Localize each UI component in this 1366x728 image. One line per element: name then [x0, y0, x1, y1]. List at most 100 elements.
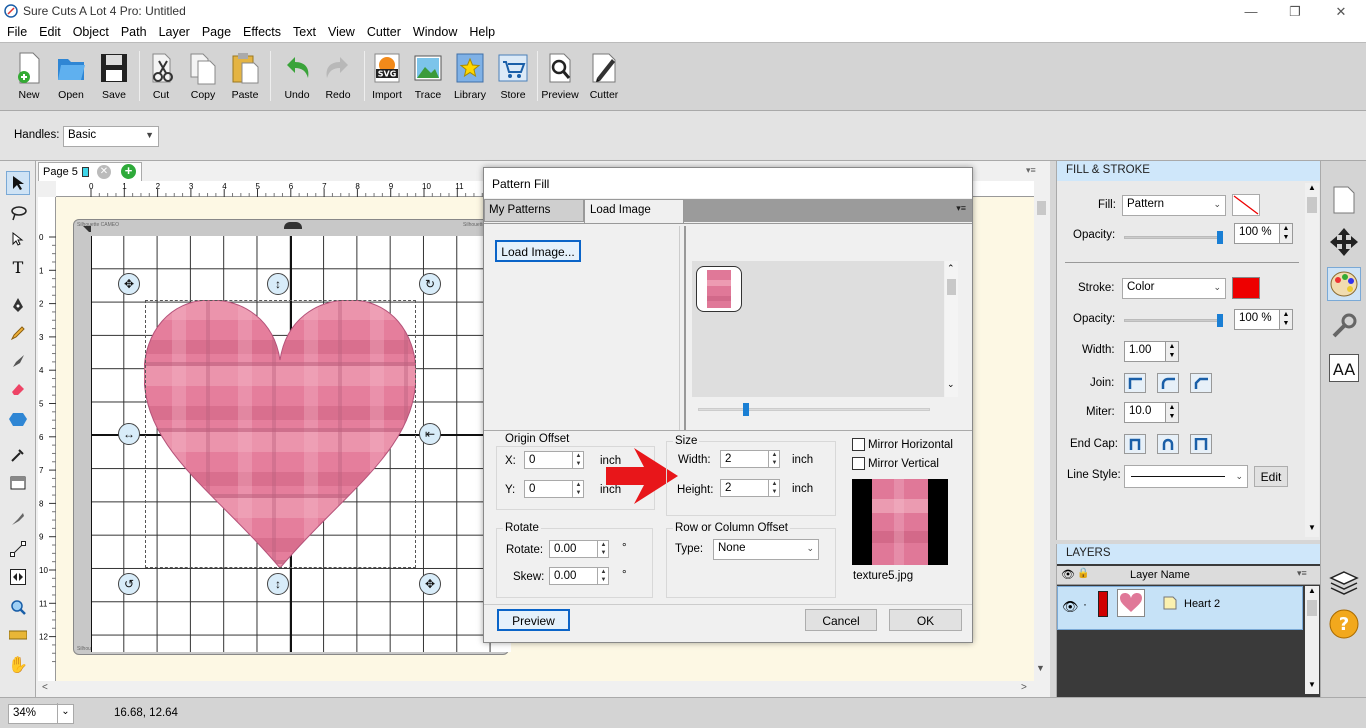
copy-button[interactable]: Copy: [182, 49, 224, 105]
stroke-select[interactable]: Color ⌄: [1122, 278, 1226, 299]
stroke-color-swatch[interactable]: [1232, 277, 1260, 299]
fill-select[interactable]: Pattern ⌄: [1122, 195, 1226, 216]
text-panel-icon[interactable]: AA: [1327, 351, 1361, 385]
zoom-tool[interactable]: [6, 595, 30, 619]
thumbnail-size-thumb[interactable]: [743, 403, 749, 416]
fill-opacity-spinner[interactable]: ▲ ▼: [1279, 223, 1293, 244]
trace-button[interactable]: Trace: [407, 49, 449, 105]
preview-button[interactable]: Preview: [497, 609, 570, 631]
miter-spinner[interactable]: ▲ ▼: [1165, 402, 1179, 423]
scroll-down-icon[interactable]: ▼: [1308, 523, 1316, 532]
menu-object[interactable]: Object: [66, 23, 114, 42]
thumbnails-scrollbar[interactable]: ⌃ ⌄: [945, 261, 958, 397]
stroke-width-input[interactable]: 1.00: [1124, 341, 1166, 362]
stroke-width-spinner[interactable]: ▲ ▼: [1165, 341, 1179, 362]
menu-path[interactable]: Path: [114, 23, 152, 42]
skew-spinner[interactable]: ▲ ▼: [597, 568, 609, 584]
stroke-opacity-thumb[interactable]: [1217, 314, 1223, 327]
scroll-left-icon[interactable]: <: [42, 682, 48, 693]
thumbnails-scroll-thumb[interactable]: [947, 279, 956, 295]
mirror-horizontal-checkbox[interactable]: [852, 438, 865, 451]
thumbnail-size-slider[interactable]: [698, 403, 930, 416]
cutter-button[interactable]: Cutter: [583, 49, 625, 105]
scroll-up-icon[interactable]: ▲: [1308, 586, 1316, 595]
node-tool[interactable]: [6, 227, 30, 251]
pattern-thumbnail-selected[interactable]: [696, 266, 742, 312]
scroll-down-icon[interactable]: ▼: [1308, 680, 1316, 689]
paste-button[interactable]: Paste: [224, 49, 266, 105]
save-button[interactable]: Save: [93, 49, 135, 105]
redo-button[interactable]: Redo: [317, 49, 359, 105]
menu-effects[interactable]: Effects: [236, 23, 286, 42]
eyedropper-tool[interactable]: [6, 443, 30, 467]
load-image-button[interactable]: Load Image...: [495, 240, 581, 262]
cap-round-icon[interactable]: [1157, 434, 1179, 454]
offset-type-select[interactable]: None ⌄: [713, 539, 819, 560]
scroll-up-icon[interactable]: ⌃: [947, 263, 955, 274]
close-button[interactable]: ✕: [1318, 0, 1364, 23]
page-tab[interactable]: Page 5 ✕ +: [38, 162, 142, 181]
ruler-tool[interactable]: [6, 623, 30, 647]
scale-handle-icon[interactable]: ✥: [419, 573, 441, 595]
vertical-scroll-thumb[interactable]: [1037, 201, 1046, 215]
line-style-edit-button[interactable]: Edit: [1254, 466, 1288, 487]
zoom-select[interactable]: 34% ⌄: [8, 703, 74, 724]
stroke-opacity-input[interactable]: 100 %: [1234, 309, 1280, 330]
layers-scroll-thumb[interactable]: [1307, 600, 1317, 616]
tab-load-image[interactable]: Load Image: [584, 199, 684, 224]
menu-cutter[interactable]: Cutter: [360, 23, 406, 42]
preview-button[interactable]: Preview: [539, 49, 581, 105]
pencil-tool[interactable]: [6, 321, 30, 345]
hand-tool[interactable]: ✋: [6, 653, 30, 677]
menu-layer[interactable]: Layer: [152, 23, 195, 42]
panel-scroll-thumb[interactable]: [1307, 197, 1317, 213]
rotate-handle-icon[interactable]: ↻: [419, 273, 441, 295]
tab-menu-icon[interactable]: ▾≡: [956, 203, 966, 214]
move-handle-icon[interactable]: ✥: [118, 273, 140, 295]
maximize-button[interactable]: ❐: [1272, 0, 1318, 23]
tab-my-patterns[interactable]: My Patterns: [484, 199, 584, 222]
store-button[interactable]: Store: [492, 49, 534, 105]
layers-scrollbar[interactable]: ▲ ▼: [1305, 586, 1319, 694]
pattern-width-spinner[interactable]: ▲ ▼: [768, 451, 780, 467]
cap-butt-icon[interactable]: [1124, 434, 1146, 454]
select-tool[interactable]: [6, 171, 30, 195]
document-panel-icon[interactable]: [1327, 183, 1361, 217]
shape-tool[interactable]: [6, 407, 30, 431]
text-tool[interactable]: T: [6, 255, 30, 279]
settings-wrench-icon[interactable]: [1327, 309, 1361, 343]
layer-visible-eye-icon[interactable]: 👁: [1062, 599, 1079, 615]
stroke-opacity-spinner[interactable]: ▲ ▼: [1279, 309, 1293, 330]
layer-color-bar[interactable]: [1098, 591, 1108, 617]
open-button[interactable]: Open: [50, 49, 92, 105]
scroll-up-icon[interactable]: ▲: [1308, 183, 1316, 192]
menu-page[interactable]: Page: [195, 23, 236, 42]
menu-window[interactable]: Window: [406, 23, 462, 42]
menu-text[interactable]: Text: [286, 23, 321, 42]
close-page-icon[interactable]: ✕: [97, 165, 111, 179]
origin-x-spinner[interactable]: ▲ ▼: [572, 452, 584, 468]
resize-vertical-handle-icon[interactable]: ↕: [267, 273, 289, 295]
join-bevel-icon[interactable]: [1190, 373, 1212, 393]
horizontal-scrollbar[interactable]: < >: [38, 681, 1034, 697]
import-button[interactable]: SVG Import: [366, 49, 408, 105]
handles-select[interactable]: Basic ▼: [63, 126, 159, 147]
cut-button[interactable]: Cut: [140, 49, 182, 105]
minimize-button[interactable]: —: [1228, 0, 1274, 23]
add-page-icon[interactable]: +: [121, 164, 136, 179]
menu-file[interactable]: File: [0, 23, 32, 42]
origin-y-spinner[interactable]: ▲ ▼: [572, 481, 584, 497]
menu-view[interactable]: View: [321, 23, 360, 42]
fill-opacity-input[interactable]: 100 %: [1234, 223, 1280, 244]
pattern-height-spinner[interactable]: ▲ ▼: [768, 480, 780, 496]
brush-tool[interactable]: [6, 349, 30, 373]
line-style-select[interactable]: ⌄: [1124, 465, 1248, 488]
join-miter-icon[interactable]: [1124, 373, 1146, 393]
scroll-down-icon[interactable]: ⌄: [947, 379, 955, 390]
library-button[interactable]: Library: [449, 49, 491, 105]
menu-edit[interactable]: Edit: [32, 23, 66, 42]
help-icon[interactable]: ?: [1327, 607, 1361, 641]
knife-tool[interactable]: [6, 507, 30, 531]
mirror-vertical-checkbox[interactable]: [852, 457, 865, 470]
lasso-tool[interactable]: [6, 201, 30, 225]
